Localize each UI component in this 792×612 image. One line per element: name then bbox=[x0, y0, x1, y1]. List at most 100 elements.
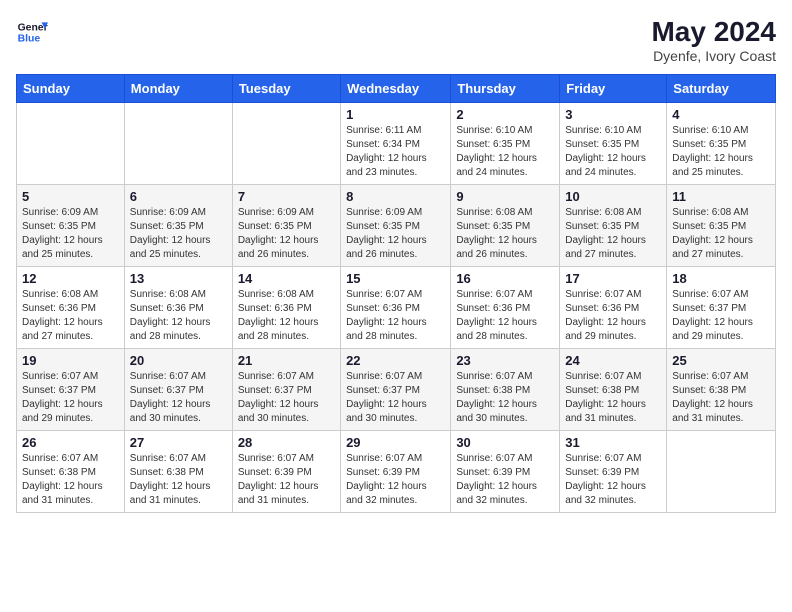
calendar-cell: 12 Sunrise: 6:08 AMSunset: 6:36 PMDayligh… bbox=[17, 267, 125, 349]
calendar-cell: 8 Sunrise: 6:09 AMSunset: 6:35 PMDaylight… bbox=[341, 185, 451, 267]
day-number: 3 bbox=[565, 107, 661, 122]
calendar-cell: 14Sunrise: 6:08 AMSunset: 6:36 PMDayligh… bbox=[232, 267, 340, 349]
calendar-cell: 15 Sunrise: 6:07 AMSunset: 6:36 PMDayligh… bbox=[341, 267, 451, 349]
day-number: 22 bbox=[346, 353, 445, 368]
day-number: 15 bbox=[346, 271, 445, 286]
calendar-cell: 23Sunrise: 6:07 AMSunset: 6:38 PMDayligh… bbox=[451, 349, 560, 431]
day-info: Sunrise: 6:10 AMSunset: 6:35 PMDaylight:… bbox=[565, 124, 661, 180]
logo-icon: General Blue bbox=[16, 16, 48, 48]
weekday-header-tuesday: Tuesday bbox=[232, 75, 340, 103]
logo: General Blue bbox=[16, 16, 48, 48]
calendar-week-1: 1 Sunrise: 6:11 AMSunset: 6:34 PMDaylight… bbox=[17, 103, 776, 185]
day-number: 29 bbox=[346, 435, 445, 450]
day-number: 12 bbox=[22, 271, 119, 286]
day-number: 13 bbox=[130, 271, 227, 286]
calendar-cell: 6 Sunrise: 6:09 AMSunset: 6:35 PMDaylight… bbox=[124, 185, 232, 267]
day-info: Sunrise: 6:08 AMSunset: 6:35 PMDaylight:… bbox=[565, 206, 661, 262]
calendar-cell: 21 Sunrise: 6:07 AMSunset: 6:37 PMDayligh… bbox=[232, 349, 340, 431]
day-info: Sunrise: 6:07 AMSunset: 6:38 PMDaylight:… bbox=[130, 452, 227, 508]
calendar-cell bbox=[667, 431, 776, 513]
day-number: 10 bbox=[565, 189, 661, 204]
day-info: Sunrise: 6:10 AMSunset: 6:35 PMDaylight:… bbox=[672, 124, 770, 180]
calendar-cell: 19 Sunrise: 6:07 AMSunset: 6:37 PMDayligh… bbox=[17, 349, 125, 431]
day-number: 5 bbox=[22, 189, 119, 204]
day-number: 31 bbox=[565, 435, 661, 450]
calendar-cell: 29 Sunrise: 6:07 AMSunset: 6:39 PMDayligh… bbox=[341, 431, 451, 513]
day-info: Sunrise: 6:09 AMSunset: 6:35 PMDaylight:… bbox=[130, 206, 227, 262]
day-info: Sunrise: 6:07 AMSunset: 6:38 PMDaylight:… bbox=[22, 452, 119, 508]
day-number: 20 bbox=[130, 353, 227, 368]
day-number: 27 bbox=[130, 435, 227, 450]
day-info: Sunrise: 6:07 AMSunset: 6:39 PMDaylight:… bbox=[565, 452, 661, 508]
day-number: 6 bbox=[130, 189, 227, 204]
calendar-cell: 10 Sunrise: 6:08 AMSunset: 6:35 PMDayligh… bbox=[560, 185, 667, 267]
day-info: Sunrise: 6:07 AMSunset: 6:38 PMDaylight:… bbox=[672, 370, 770, 426]
location-subtitle: Dyenfe, Ivory Coast bbox=[651, 48, 776, 64]
weekday-header-row: SundayMondayTuesdayWednesdayThursdayFrid… bbox=[17, 75, 776, 103]
day-info: Sunrise: 6:07 AMSunset: 6:39 PMDaylight:… bbox=[238, 452, 335, 508]
day-info: Sunrise: 6:09 AMSunset: 6:35 PMDaylight:… bbox=[346, 206, 445, 262]
month-year-title: May 2024 bbox=[651, 16, 776, 48]
day-number: 18 bbox=[672, 271, 770, 286]
day-number: 4 bbox=[672, 107, 770, 122]
calendar-cell: 20 Sunrise: 6:07 AMSunset: 6:37 PMDayligh… bbox=[124, 349, 232, 431]
svg-text:Blue: Blue bbox=[18, 34, 41, 45]
calendar-cell bbox=[232, 103, 340, 185]
day-number: 19 bbox=[22, 353, 119, 368]
day-info: Sunrise: 6:08 AMSunset: 6:35 PMDaylight:… bbox=[456, 206, 554, 262]
day-info: Sunrise: 6:09 AMSunset: 6:35 PMDaylight:… bbox=[22, 206, 119, 262]
day-info: Sunrise: 6:07 AMSunset: 6:38 PMDaylight:… bbox=[456, 370, 554, 426]
calendar-week-2: 5 Sunrise: 6:09 AMSunset: 6:35 PMDaylight… bbox=[17, 185, 776, 267]
day-number: 9 bbox=[456, 189, 554, 204]
calendar-cell bbox=[17, 103, 125, 185]
day-info: Sunrise: 6:07 AMSunset: 6:39 PMDaylight:… bbox=[346, 452, 445, 508]
day-number: 26 bbox=[22, 435, 119, 450]
day-number: 28 bbox=[238, 435, 335, 450]
day-info: Sunrise: 6:07 AMSunset: 6:39 PMDaylight:… bbox=[456, 452, 554, 508]
calendar-week-4: 19 Sunrise: 6:07 AMSunset: 6:37 PMDayligh… bbox=[17, 349, 776, 431]
weekday-header-monday: Monday bbox=[124, 75, 232, 103]
calendar-cell: 9 Sunrise: 6:08 AMSunset: 6:35 PMDaylight… bbox=[451, 185, 560, 267]
day-info: Sunrise: 6:08 AMSunset: 6:35 PMDaylight:… bbox=[672, 206, 770, 262]
day-number: 11 bbox=[672, 189, 770, 204]
calendar-cell bbox=[124, 103, 232, 185]
day-number: 17 bbox=[565, 271, 661, 286]
day-info: Sunrise: 6:08 AMSunset: 6:36 PMDaylight:… bbox=[22, 288, 119, 344]
weekday-header-thursday: Thursday bbox=[451, 75, 560, 103]
calendar-cell: 30 Sunrise: 6:07 AMSunset: 6:39 PMDayligh… bbox=[451, 431, 560, 513]
day-number: 2 bbox=[456, 107, 554, 122]
day-number: 7 bbox=[238, 189, 335, 204]
day-number: 21 bbox=[238, 353, 335, 368]
day-number: 30 bbox=[456, 435, 554, 450]
calendar-cell: 1 Sunrise: 6:11 AMSunset: 6:34 PMDaylight… bbox=[341, 103, 451, 185]
day-info: Sunrise: 6:07 AMSunset: 6:36 PMDaylight:… bbox=[346, 288, 445, 344]
day-info: Sunrise: 6:07 AMSunset: 6:37 PMDaylight:… bbox=[238, 370, 335, 426]
title-block: May 2024 Dyenfe, Ivory Coast bbox=[651, 16, 776, 64]
day-number: 14 bbox=[238, 271, 335, 286]
calendar-cell: 7Sunrise: 6:09 AMSunset: 6:35 PMDaylight… bbox=[232, 185, 340, 267]
calendar-cell: 31 Sunrise: 6:07 AMSunset: 6:39 PMDayligh… bbox=[560, 431, 667, 513]
day-info: Sunrise: 6:07 AMSunset: 6:37 PMDaylight:… bbox=[346, 370, 445, 426]
day-number: 1 bbox=[346, 107, 445, 122]
day-info: Sunrise: 6:11 AMSunset: 6:34 PMDaylight:… bbox=[346, 124, 445, 180]
weekday-header-friday: Friday bbox=[560, 75, 667, 103]
day-info: Sunrise: 6:07 AMSunset: 6:37 PMDaylight:… bbox=[672, 288, 770, 344]
calendar-cell: 11 Sunrise: 6:08 AMSunset: 6:35 PMDayligh… bbox=[667, 185, 776, 267]
day-number: 8 bbox=[346, 189, 445, 204]
calendar-table: SundayMondayTuesdayWednesdayThursdayFrid… bbox=[16, 74, 776, 513]
calendar-cell: 22 Sunrise: 6:07 AMSunset: 6:37 PMDayligh… bbox=[341, 349, 451, 431]
calendar-cell: 26 Sunrise: 6:07 AMSunset: 6:38 PMDayligh… bbox=[17, 431, 125, 513]
calendar-cell: 18 Sunrise: 6:07 AMSunset: 6:37 PMDayligh… bbox=[667, 267, 776, 349]
calendar-cell: 27 Sunrise: 6:07 AMSunset: 6:38 PMDayligh… bbox=[124, 431, 232, 513]
calendar-cell: 25Sunrise: 6:07 AMSunset: 6:38 PMDayligh… bbox=[667, 349, 776, 431]
day-info: Sunrise: 6:08 AMSunset: 6:36 PMDaylight:… bbox=[130, 288, 227, 344]
weekday-header-sunday: Sunday bbox=[17, 75, 125, 103]
weekday-header-wednesday: Wednesday bbox=[341, 75, 451, 103]
calendar-cell: 4 Sunrise: 6:10 AMSunset: 6:35 PMDaylight… bbox=[667, 103, 776, 185]
calendar-cell: 5 Sunrise: 6:09 AMSunset: 6:35 PMDaylight… bbox=[17, 185, 125, 267]
day-number: 16 bbox=[456, 271, 554, 286]
day-info: Sunrise: 6:07 AMSunset: 6:37 PMDaylight:… bbox=[22, 370, 119, 426]
calendar-week-5: 26 Sunrise: 6:07 AMSunset: 6:38 PMDayligh… bbox=[17, 431, 776, 513]
page-header: General Blue May 2024 Dyenfe, Ivory Coas… bbox=[16, 16, 776, 64]
day-info: Sunrise: 6:07 AMSunset: 6:37 PMDaylight:… bbox=[130, 370, 227, 426]
